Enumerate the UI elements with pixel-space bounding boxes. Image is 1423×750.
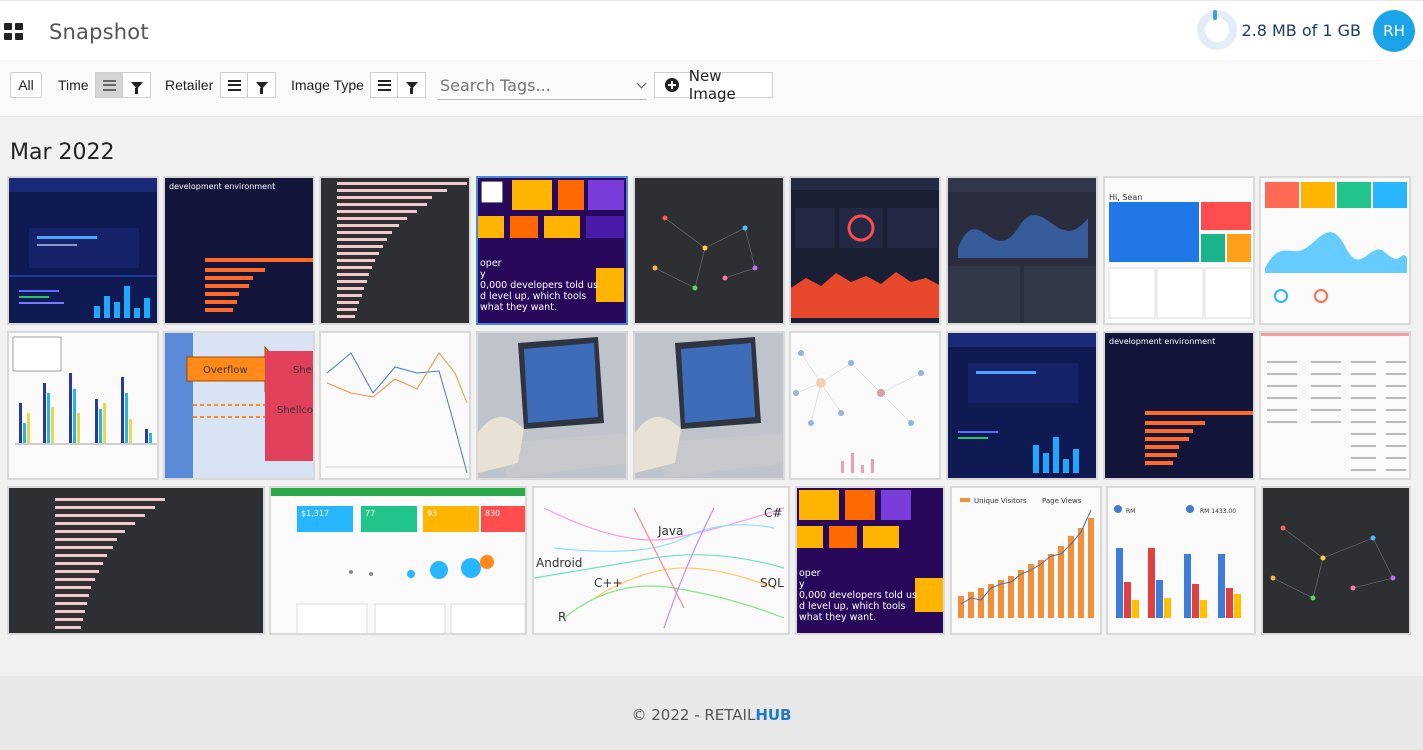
image-thumbnail[interactable]: development environment	[1103, 331, 1255, 480]
image-thumbnail[interactable]: Overflow Shel Shellcod	[163, 331, 315, 480]
line-area-dashboard-thumbnail-graphic	[948, 178, 1096, 323]
graph-network-thumbnail-graphic	[793, 350, 924, 473]
line-chart-thumbnail-graphic	[325, 352, 469, 474]
thumb-caption: C#	[764, 506, 783, 520]
image-type-label: Image Type	[291, 77, 364, 93]
time-label: Time	[58, 77, 89, 93]
image-thumbnail[interactable]	[7, 176, 159, 325]
image-thumbnail[interactable]: Android Java C++ C# SQL R	[532, 486, 790, 635]
finance-dashboard-thumbnail-graphic	[1108, 202, 1252, 319]
retailer-filter-button[interactable]	[248, 72, 276, 98]
thumb-caption: oper y 0,000 developers told us d level …	[799, 568, 917, 623]
filter-icon	[405, 81, 418, 94]
chevron-down-icon[interactable]	[636, 78, 647, 89]
time-controls	[95, 72, 151, 98]
image-thumbnail[interactable]	[1261, 486, 1411, 635]
image-thumbnail[interactable]	[946, 176, 1098, 325]
image-thumbnail[interactable]	[789, 176, 941, 325]
dashboard-thumbnail-graphic	[9, 178, 157, 318]
image-thumbnail[interactable]	[946, 331, 1098, 480]
search-tags-input[interactable]	[437, 72, 627, 98]
footer-copyright: © 2022 - RETAILHUB	[0, 706, 1423, 724]
image-thumbnail[interactable]	[476, 331, 628, 480]
thumb-caption: 77	[365, 509, 376, 518]
thumb-caption: 830	[485, 509, 501, 518]
thumb-caption: $1,317	[301, 509, 329, 518]
image-thumbnail-selected[interactable]: oper y 0,000 developers told us d level …	[476, 176, 628, 325]
bar-chart-thumbnail-graphic	[1145, 411, 1253, 465]
storage-indicator: 2.8 MB of 1 GB	[1197, 10, 1361, 50]
thumb-caption: 93	[427, 509, 438, 518]
horizontal-bar-thumbnail-graphic	[55, 498, 165, 629]
plus-circle-icon	[665, 78, 679, 92]
bar-chart-thumbnail-graphic	[205, 258, 313, 312]
footer-prefix: © 2022 - RETAIL	[631, 706, 756, 724]
image-thumbnail[interactable]: development environment	[163, 176, 315, 325]
thumb-caption: SQL	[760, 576, 784, 590]
image-type-list-button[interactable]	[370, 72, 398, 98]
network-map-thumbnail-graphic	[652, 215, 758, 291]
image-thumbnail[interactable]	[7, 331, 159, 480]
thumb-caption: oper y 0,000 developers told us d level …	[480, 258, 598, 313]
image-type-filter-button[interactable]	[398, 72, 426, 98]
combo-chart-thumbnail-graphic	[958, 498, 1094, 618]
image-thumbnail[interactable]	[7, 486, 265, 635]
image-thumbnail[interactable]: Hi, Sean	[1103, 176, 1255, 325]
thumb-caption: Shellcod	[277, 405, 314, 416]
image-thumbnail[interactable]	[789, 331, 941, 480]
network-map-thumbnail-graphic	[1270, 525, 1396, 601]
image-thumbnail[interactable]	[1259, 331, 1411, 480]
select-checkbox[interactable]	[481, 181, 503, 203]
image-thumbnail[interactable]: Unique Visitors Page Views	[950, 486, 1102, 635]
filter-icon	[255, 81, 268, 94]
area-chart-dashboard-thumbnail-graphic	[1265, 182, 1407, 303]
filter-toolbar: All Time Retailer Image Type New Image	[0, 60, 1423, 117]
search-tags	[437, 72, 647, 100]
footer-brand: HUB	[755, 706, 792, 724]
list-icon	[227, 79, 241, 91]
analytics-dashboard-thumbnail-graphic	[791, 178, 939, 318]
storage-text: 2.8 MB of 1 GB	[1241, 20, 1361, 40]
new-image-label: New Image	[688, 67, 736, 103]
image-thumbnail[interactable]: $1,317 77 93 830	[269, 486, 527, 635]
thumb-caption: Java	[658, 524, 684, 538]
image-thumbnail[interactable]: oper y 0,000 developers told us d level …	[795, 486, 945, 635]
top-bar: Snapshot 2.8 MB of 1 GB RH	[0, 0, 1423, 60]
time-list-button[interactable]	[95, 72, 123, 98]
image-thumbnail[interactable]: RM RM 1433.00	[1106, 486, 1256, 635]
image-thumbnail[interactable]	[633, 176, 785, 325]
list-icon	[102, 79, 116, 91]
page-title: Snapshot	[49, 20, 149, 44]
grouped-bar-chart-thumbnail-graphic	[12, 336, 157, 445]
storage-ring-icon	[1197, 10, 1238, 50]
thumb-caption: Overflow	[203, 365, 248, 376]
image-thumbnail[interactable]	[1259, 176, 1411, 325]
filter-icon	[130, 81, 143, 94]
laptop-photo-thumbnail-graphic	[635, 333, 783, 478]
retailer-list-button[interactable]	[220, 72, 248, 98]
thumb-caption: R	[558, 610, 567, 624]
all-button[interactable]: All	[10, 72, 42, 98]
time-filter-button[interactable]	[123, 72, 151, 98]
new-image-button[interactable]: New Image	[654, 67, 773, 103]
list-icon	[377, 79, 391, 91]
image-thumbnail[interactable]	[319, 176, 471, 325]
retailer-controls	[220, 72, 276, 98]
laptop-photo-thumbnail-graphic	[478, 333, 626, 478]
footer: © 2022 - RETAILHUB	[0, 676, 1423, 750]
grouped-bar-thumbnail-graphic	[1114, 505, 1241, 618]
image-thumbnail[interactable]	[319, 331, 471, 480]
month-heading: Mar 2022	[10, 140, 115, 165]
image-thumbnail[interactable]	[633, 331, 785, 480]
avatar[interactable]: RH	[1373, 10, 1415, 52]
retailer-label: Retailer	[165, 77, 214, 93]
thumb-caption: Shel	[293, 365, 315, 376]
image-type-controls	[370, 72, 426, 98]
dashboard-thumbnail-graphic	[948, 333, 1096, 473]
data-table-thumbnail-graphic	[1261, 333, 1409, 471]
horizontal-bar-thumbnail-graphic	[337, 182, 467, 318]
apps-grid-icon[interactable]	[4, 23, 24, 41]
thumb-caption: C++	[594, 576, 623, 590]
thumb-caption: Android	[536, 556, 583, 570]
